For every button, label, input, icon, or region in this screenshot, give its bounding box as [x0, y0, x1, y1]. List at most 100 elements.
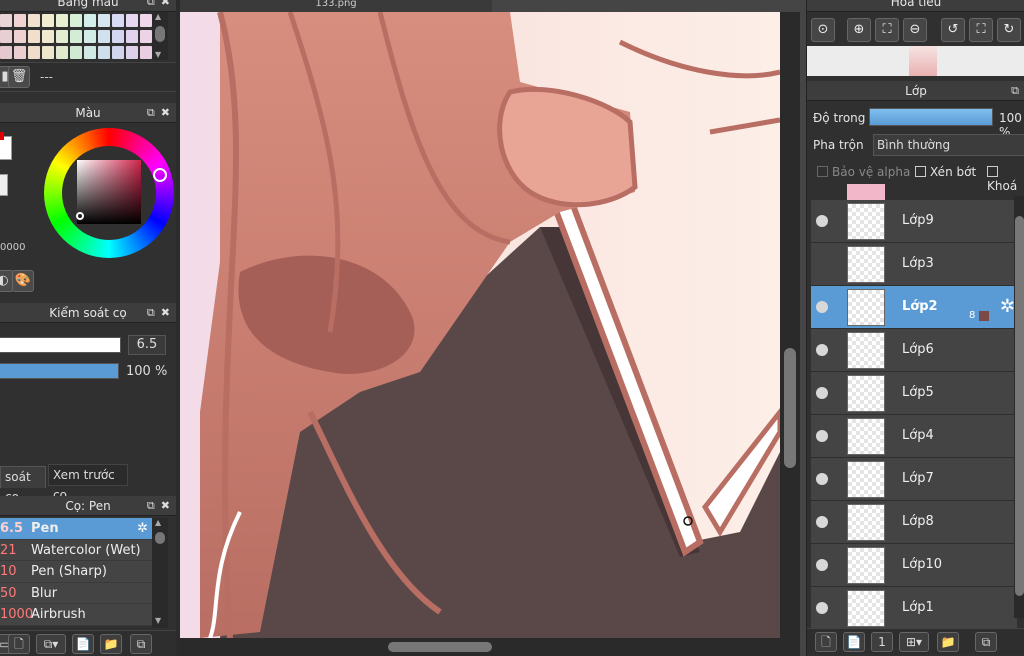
swatch-cell[interactable] — [28, 14, 40, 27]
palette-button[interactable]: 🎨 — [12, 270, 34, 292]
swatch-scrollbar[interactable]: ▲ ▼ — [152, 12, 168, 60]
brush-item[interactable]: 21 Watercolor (Wet) — [0, 539, 152, 561]
duplicate-layer-button[interactable]: ⧉ — [975, 632, 997, 652]
swatch-cell[interactable] — [98, 46, 110, 59]
float-window-icon[interactable]: ⧉ — [147, 0, 155, 12]
layer-item[interactable]: Lớp9 — [811, 200, 1017, 243]
fit-window-button[interactable]: ⛶ — [875, 18, 899, 42]
brush-size-value[interactable]: 6.5 — [128, 335, 166, 355]
layer-item[interactable]: Lớp4 — [811, 415, 1017, 458]
zoom-in-button[interactable]: ⊕ — [847, 18, 871, 42]
layer-item[interactable]: Lớp7 — [811, 458, 1017, 501]
lock-checkbox[interactable]: Khoá — [987, 165, 1024, 193]
brush-item[interactable]: 6.5 Pen ✲ — [0, 518, 152, 540]
swatch-cell[interactable] — [84, 14, 96, 27]
saturation-value-square[interactable] — [77, 160, 141, 224]
rotate-left-button[interactable]: ↺ — [941, 18, 965, 42]
float-window-icon[interactable]: ⧉ — [147, 103, 155, 123]
visibility-eye-icon[interactable] — [816, 516, 828, 528]
new-halftone-layer-button[interactable]: 📄 — [843, 632, 865, 652]
swatch-cell[interactable] — [70, 14, 82, 27]
visibility-eye-icon[interactable] — [816, 559, 828, 571]
brush-list-scrollbar[interactable]: ▲ ▼ — [152, 518, 168, 628]
document-tab[interactable]: 133.png — [180, 0, 492, 12]
layer-item[interactable]: Lớp8 — [811, 501, 1017, 544]
brush-size-slider[interactable] — [0, 337, 121, 353]
float-window-icon[interactable]: ⧉ — [1011, 81, 1019, 101]
brush-opacity-slider[interactable] — [0, 363, 119, 379]
tab-brush-control[interactable]: soát cọ — [0, 466, 46, 504]
float-window-icon[interactable]: ⧉ — [147, 496, 155, 516]
duplicate-button[interactable]: ⧉ — [130, 634, 152, 654]
visibility-eye-icon[interactable] — [816, 301, 828, 313]
swatch-cell[interactable] — [42, 14, 54, 27]
layer-item[interactable]: Lớp10 — [811, 544, 1017, 587]
swatch-scroll-thumb[interactable] — [155, 26, 165, 42]
close-icon[interactable]: ✖ — [161, 103, 170, 123]
swatch-cell[interactable] — [0, 14, 12, 27]
brush-item[interactable]: 10 Pen (Sharp) — [0, 561, 152, 583]
swatch-cell[interactable] — [112, 14, 124, 27]
brush-options-button[interactable]: ⧉▾ — [36, 634, 66, 654]
scroll-up-icon[interactable]: ▲ — [155, 518, 161, 527]
blend-mode-select[interactable]: Bình thường — [873, 134, 1024, 156]
delete-swatch-button[interactable]: 🗑 — [8, 66, 30, 88]
layer-item[interactable]: Lớp5 — [811, 372, 1017, 415]
float-window-icon[interactable]: ⧉ — [147, 303, 155, 323]
visibility-eye-icon[interactable] — [816, 215, 828, 227]
swatch-cell[interactable] — [56, 14, 68, 27]
swatch-cell[interactable] — [14, 46, 26, 59]
color-wheel[interactable] — [44, 128, 174, 258]
scroll-up-icon[interactable]: ▲ — [155, 12, 161, 21]
scroll-down-icon[interactable]: ▼ — [155, 616, 161, 625]
visibility-eye-icon[interactable] — [816, 344, 828, 356]
gear-icon[interactable]: ✲ — [1000, 296, 1015, 317]
swatch-cell[interactable] — [140, 46, 152, 59]
new-8bit-layer-button[interactable]: 1 — [871, 632, 893, 652]
swatch-cell[interactable] — [14, 30, 26, 43]
swatch-cell[interactable] — [140, 30, 152, 43]
swatch-cell[interactable] — [84, 46, 96, 59]
layer-list-scrollbar[interactable] — [1014, 196, 1024, 618]
canvas-hscroll-thumb[interactable] — [388, 642, 492, 652]
navigator-preview[interactable] — [807, 46, 1024, 76]
swatch-cell[interactable] — [0, 30, 12, 43]
swatch-cell[interactable] — [56, 30, 68, 43]
swatch-cell[interactable] — [126, 46, 138, 59]
rotate-right-button[interactable]: ↻ — [997, 18, 1021, 42]
swatch-cell[interactable] — [112, 46, 124, 59]
new-layer-button[interactable]: 🗋 — [815, 632, 837, 652]
swatch-cell[interactable] — [42, 30, 54, 43]
swatch-cell[interactable] — [84, 30, 96, 43]
swatch-cell[interactable] — [14, 14, 26, 27]
swatch-cell[interactable] — [126, 30, 138, 43]
brush-item[interactable]: 50 Blur — [0, 582, 152, 604]
visibility-eye-icon[interactable] — [816, 387, 828, 399]
close-icon[interactable]: ✖ — [161, 496, 170, 516]
open-folder-button[interactable]: 📁 — [100, 634, 122, 654]
canvas-horizontal-scrollbar[interactable] — [180, 638, 800, 656]
visibility-eye-icon[interactable] — [816, 602, 828, 614]
new-brush-button[interactable]: 🗋 — [8, 634, 30, 654]
layer-item[interactable]: Lớp1 — [811, 587, 1017, 630]
swatch-cell[interactable] — [70, 30, 82, 43]
layer-item[interactable]: Lớp2 8 ✲ — [811, 286, 1017, 329]
background-color-swatch[interactable] — [0, 174, 8, 196]
visibility-eye-icon[interactable] — [816, 430, 828, 442]
canvas-vscroll-thumb[interactable] — [784, 348, 796, 468]
swatch-cell[interactable] — [28, 30, 40, 43]
protect-alpha-checkbox[interactable]: Bảo vệ alpha — [817, 165, 910, 179]
zoom-out-button[interactable]: ⊖ — [903, 18, 927, 42]
brush-scroll-thumb[interactable] — [155, 532, 165, 544]
swatch-cell[interactable] — [28, 46, 40, 59]
close-icon[interactable]: ✖ — [161, 0, 170, 12]
layer-item[interactable]: Lớp3 — [811, 243, 1017, 286]
layer-add-menu-button[interactable]: ⊞▾ — [899, 632, 929, 652]
swatch-cell[interactable] — [98, 30, 110, 43]
swatch-cell[interactable] — [126, 14, 138, 27]
swatch-grid[interactable] — [0, 12, 152, 60]
tab-brush-preview[interactable]: Xem trước cọ — [48, 464, 128, 502]
gear-icon[interactable]: ✲ — [137, 518, 148, 539]
zoom-fit-button[interactable]: ⊙ — [811, 18, 835, 42]
swatch-cell[interactable] — [56, 46, 68, 59]
